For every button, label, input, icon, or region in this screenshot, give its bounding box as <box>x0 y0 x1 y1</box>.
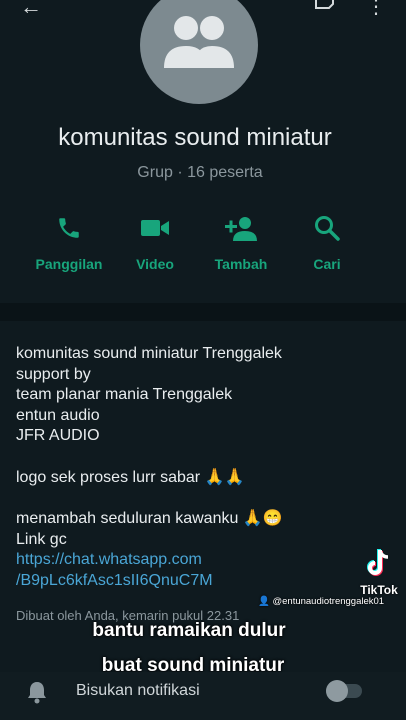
tiktok-watermark: TikTok <box>354 548 404 597</box>
group-subtitle: Grup · 16 peserta <box>137 164 263 181</box>
group-avatar[interactable] <box>140 0 258 104</box>
toggle-knob <box>326 680 348 702</box>
group-name[interactable]: komunitas sound miniatur <box>0 124 390 152</box>
description-gap <box>16 488 316 509</box>
arrow-left-icon[interactable]: ← <box>20 0 42 20</box>
call-button[interactable]: Panggilan <box>24 208 114 272</box>
description-line: support by <box>16 365 91 383</box>
bell-icon <box>28 682 46 704</box>
action-bar: Panggilan Video Tambah Cari <box>0 208 406 288</box>
video-caption-line-1: bantu ramaikan dulur <box>92 620 286 641</box>
video-icon <box>141 220 169 236</box>
tiktok-handle: 👤 @entunaudiotrenggalek01 <box>258 596 384 607</box>
search-icon <box>315 216 340 241</box>
description-line: menambah seduluran kawanku 🙏😁 <box>16 510 283 527</box>
add-member-button[interactable]: Tambah <box>196 208 286 272</box>
add-person-icon <box>225 217 257 241</box>
invite-link[interactable]: https://chat.whatsapp.com <box>16 550 316 571</box>
tiktok-label: TikTok <box>360 583 398 597</box>
user-icon: 👤 <box>258 596 270 607</box>
description-line: team planar mania Trenggalek <box>16 386 233 403</box>
tiktok-handle-text: @entunaudiotrenggalek01 <box>272 596 385 607</box>
call-label: Panggilan <box>35 256 103 272</box>
video-label: Video <box>136 256 174 272</box>
description-line: entun audio <box>16 406 100 424</box>
group-icon <box>164 16 234 68</box>
section-divider <box>0 303 406 321</box>
mute-toggle[interactable] <box>326 680 362 702</box>
invite-link-path[interactable]: /B9pLc6kfAsc1sII6QnuC7M <box>16 571 316 592</box>
add-member-label: Tambah <box>214 256 268 272</box>
group-description[interactable]: komunitas sound miniatur Trenggalek supp… <box>16 344 316 591</box>
video-button[interactable]: Video <box>110 208 200 272</box>
description-gap <box>16 447 316 468</box>
tiktok-logo-icon <box>367 549 389 576</box>
description-line: logo sek proses lurr sabar 🙏🙏 <box>16 468 245 486</box>
edit-icon[interactable] <box>314 0 334 12</box>
phone-icon <box>59 218 79 238</box>
search-label: Cari <box>313 256 341 272</box>
mute-notifications-row[interactable]: Bisukan notifikasi <box>0 672 406 720</box>
search-button[interactable]: Cari <box>282 208 372 272</box>
more-vertical-icon[interactable]: ⋮ <box>366 0 386 19</box>
description-line: komunitas sound miniatur Trenggalek <box>16 345 282 362</box>
description-line: Link gc <box>16 530 67 548</box>
description-line: JFR AUDIO <box>16 427 100 444</box>
mute-notifications-label: Bisukan notifikasi <box>76 682 200 699</box>
